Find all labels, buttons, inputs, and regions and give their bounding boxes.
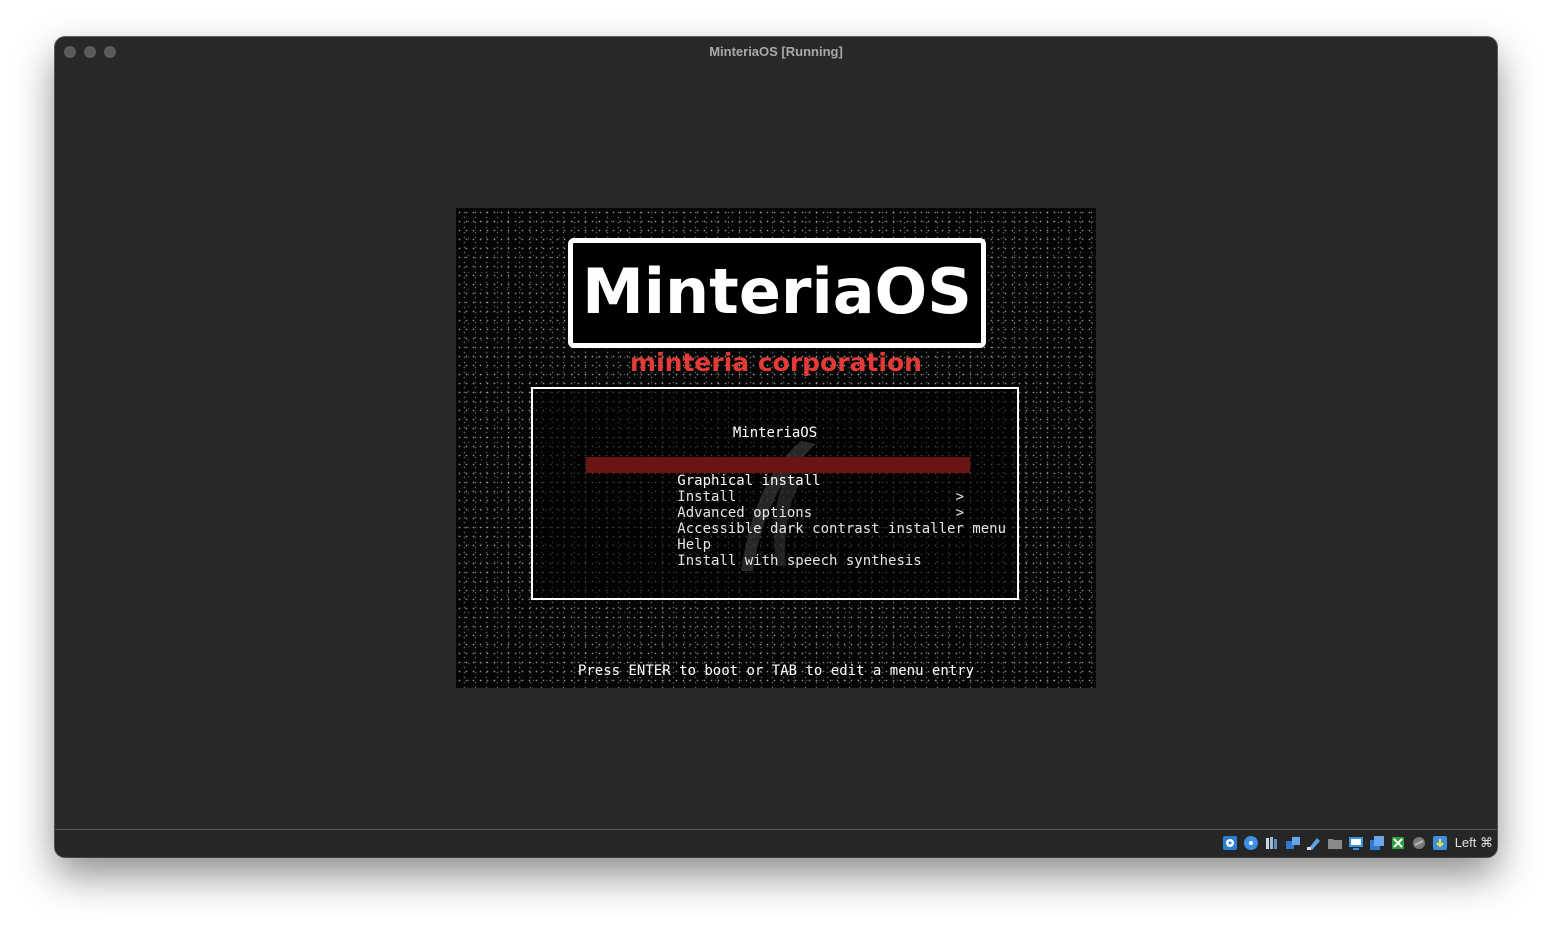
window-title: MinteriaOS [Running] [709,44,843,59]
vm-display[interactable]: MinteriaOS minteria corporation Minteria… [456,208,1096,688]
optical-disk-icon[interactable] [1243,835,1259,851]
display-icon[interactable] [1348,835,1364,851]
boot-menu: MinteriaOS Graphical install Install Adv… [531,387,1019,600]
logo-frame: MinteriaOS [568,238,986,348]
vm-window: MinteriaOS [Running] MinteriaOS minteria… [55,37,1497,857]
hard-disk-icon[interactable] [1222,835,1238,851]
logo-subtitle: minteria corporation [630,348,922,377]
audio-icon[interactable] [1264,835,1280,851]
menu-item-graphical-install[interactable]: Graphical install [586,457,970,489]
menu-item-help[interactable]: Help [586,521,970,553]
shared-folder-icon[interactable] [1327,835,1343,851]
menu-title: MinteriaOS [732,425,818,441]
network-icon[interactable] [1285,835,1301,851]
boot-hint: Press ENTER to boot or TAB to edit a men… [577,663,975,679]
submenu-arrow-icon: > [955,489,964,505]
menu-item-install[interactable]: Install [586,473,970,505]
menu-item-label: Install with speech synthesis [677,553,922,569]
status-bar: Left ⌘ [55,829,1497,857]
screen-capture-icon[interactable] [1369,835,1385,851]
usb-icon[interactable] [1306,835,1322,851]
menu-item-accessible-dark-contrast[interactable]: Accessible dark contrast installer menu … [586,505,1006,537]
cpu-activity-icon[interactable] [1390,835,1406,851]
mouse-integration-icon[interactable] [1411,835,1427,851]
title-bar[interactable]: MinteriaOS [Running] [55,37,1497,67]
menu-list: Graphical install Install Advanced optio… [586,457,1006,569]
host-key-label[interactable]: Left ⌘ [1455,835,1493,851]
submenu-arrow-icon: > [955,505,964,521]
keyboard-icon[interactable] [1432,835,1448,851]
logo-title: MinteriaOS [582,255,972,328]
status-icons: Left ⌘ [1222,835,1493,851]
menu-item-advanced-options[interactable]: Advanced options > [586,489,970,521]
menu-item-speech-synthesis[interactable]: Install with speech synthesis [586,537,970,569]
